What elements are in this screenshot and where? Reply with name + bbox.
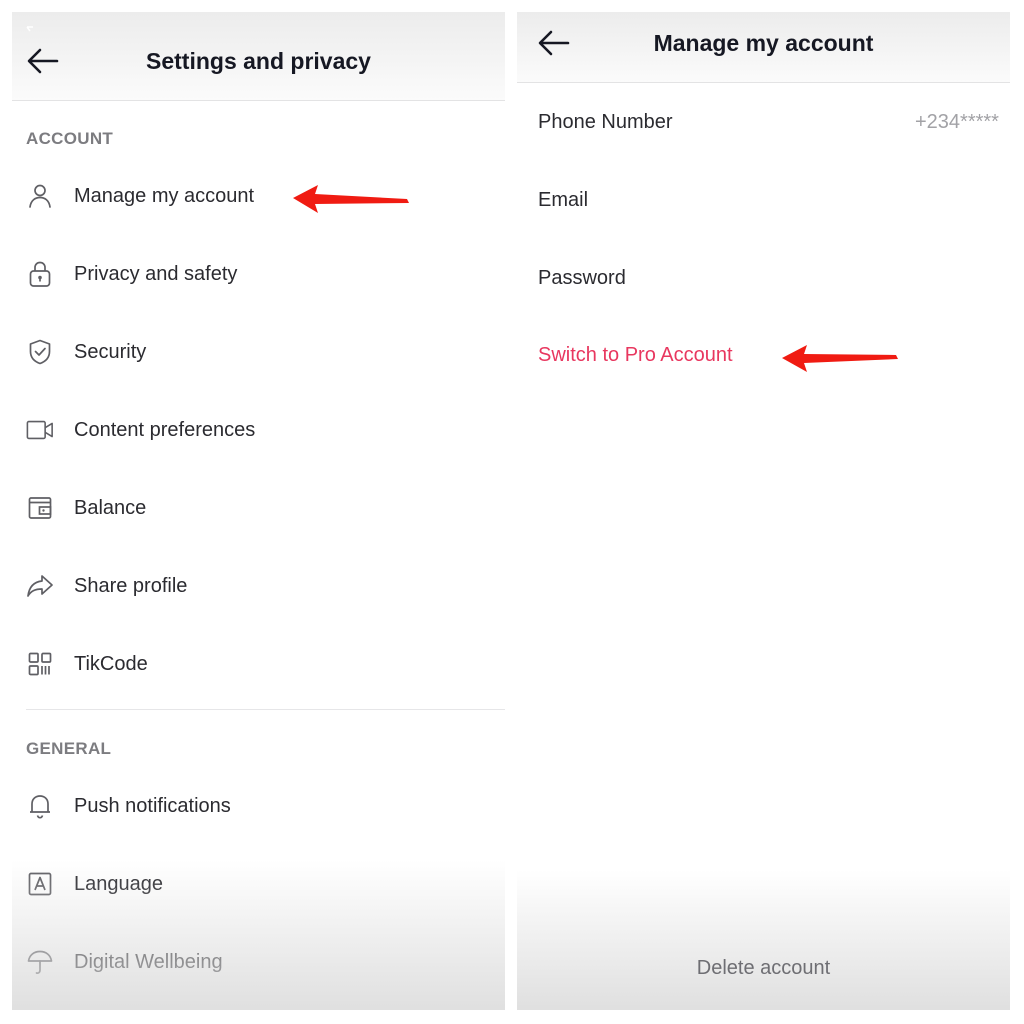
share-icon [26,572,54,600]
settings-header: Settings and privacy [12,12,505,101]
page-title: Settings and privacy [146,48,371,74]
email-label: Email [538,188,589,211]
menu-item-digital-wellbeing[interactable]: Digital Wellbeing [12,932,505,992]
person-icon [26,182,54,210]
menu-item-push-notifications[interactable]: Push notifications [12,776,505,836]
menu-item-privacy-safety[interactable]: Privacy and safety [12,244,505,304]
switch-pro-account-label: Switch to Pro Account [538,343,733,366]
bottom-shadow [517,870,1010,1010]
annotation-arrow-icon [782,345,898,372]
menu-item-label: Security [74,340,147,363]
video-icon [26,416,54,444]
language-icon [26,870,54,898]
shield-icon [26,338,54,366]
umbrella-icon [26,948,54,976]
menu-item-language[interactable]: Language [12,854,505,914]
menu-item-balance[interactable]: Balance [12,478,505,538]
wallet-icon [26,494,54,522]
email-row[interactable]: Email [517,170,1010,230]
password-row[interactable]: Password [517,248,1010,308]
password-label: Password [538,266,626,289]
section-divider [26,709,505,710]
menu-item-share-profile[interactable]: Share profile [12,556,505,616]
menu-item-label: TikCode [74,652,148,675]
settings-privacy-screen: Settings and privacy ACCOUNT Manage my a… [12,12,505,1010]
page-title: Manage my account [653,30,874,56]
section-label-account: ACCOUNT [26,129,114,148]
manage-account-header: Manage my account [517,12,1010,83]
section-label-general: GENERAL [26,739,112,758]
menu-item-manage-account[interactable]: Manage my account [12,166,505,226]
delete-account-button[interactable]: Delete account [517,957,1010,980]
menu-item-label: Share profile [74,574,188,597]
menu-item-label: Manage my account [74,184,255,207]
switch-pro-account-row[interactable]: Switch to Pro Account [517,325,1010,385]
menu-item-label: Content preferences [74,418,256,441]
bell-icon [26,792,54,820]
corner-mark-icon [26,26,33,32]
menu-item-label: Balance [74,496,147,519]
phone-number-value: +234***** [915,110,999,133]
qr-code-icon [26,650,54,678]
annotation-arrow-icon [293,185,409,213]
phone-number-label: Phone Number [538,110,673,133]
menu-item-label: Push notifications [74,794,231,817]
menu-item-tikcode[interactable]: TikCode [12,634,505,694]
menu-item-content-preferences[interactable]: Content preferences [12,400,505,460]
manage-account-screen: Manage my account Phone Number +234*****… [517,12,1010,1010]
lock-icon [26,260,54,288]
menu-item-label: Language [74,872,163,895]
phone-number-row[interactable]: Phone Number +234***** [517,92,1010,152]
menu-item-security[interactable]: Security [12,322,505,382]
menu-item-label: Privacy and safety [74,262,238,285]
menu-item-label: Digital Wellbeing [74,950,223,973]
